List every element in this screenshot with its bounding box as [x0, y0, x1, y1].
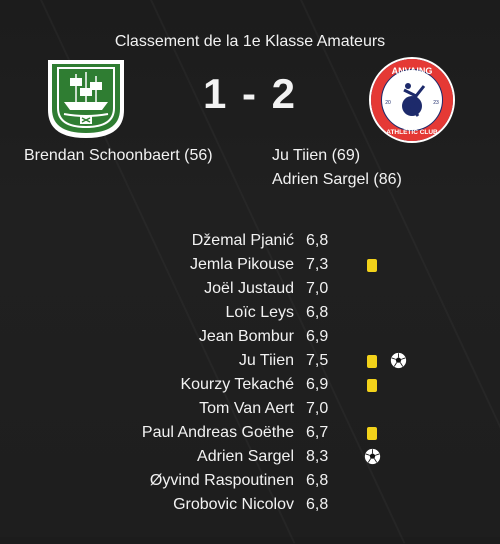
goal-ball-icon [364, 448, 381, 465]
player-rating: 7,0 [306, 280, 329, 297]
away-scorers-list: Ju Tiien (69) Adrien Sargel (86) [272, 144, 402, 192]
player-name: Adrien Sargel [197, 448, 294, 465]
player-row[interactable]: Ju Tiien 7,5 [0, 349, 500, 373]
player-rating: 6,7 [306, 424, 329, 441]
player-rating: 6,8 [306, 496, 329, 513]
player-rating: 8,3 [306, 448, 329, 465]
player-rating: 6,8 [306, 232, 329, 249]
player-row[interactable]: Paul Andreas Goëthe 6,7 [0, 421, 500, 445]
player-row[interactable]: Joël Justaud 7,0 [0, 277, 500, 301]
player-name: Tom Van Aert [199, 400, 294, 417]
anvaing-athletic-club-crest-icon: ANVAING ATHLETIC CLUB 20 23 [369, 57, 455, 143]
player-name: Jemla Pikouse [189, 256, 294, 273]
player-row[interactable]: Loïc Leys 6,8 [0, 301, 500, 325]
player-name: Ju Tiien [238, 352, 294, 369]
goal-ball-icon [390, 352, 407, 369]
match-score: 1 - 2 [202, 70, 298, 117]
player-row[interactable]: Kourzy Tekaché 6,9 [0, 373, 500, 397]
player-rating: 6,9 [306, 376, 329, 393]
player-row[interactable]: Džemal Pjanić 6,8 [0, 229, 500, 253]
player-name: Grobovic Nicolov [173, 496, 294, 513]
player-rating: 7,0 [306, 400, 329, 417]
player-row[interactable]: Jean Bombur 6,9 [0, 325, 500, 349]
player-rating: 7,5 [306, 352, 329, 369]
player-row[interactable]: Jemla Pikouse 7,3 [0, 253, 500, 277]
player-name: Džemal Pjanić [191, 232, 294, 249]
player-rating: 6,8 [306, 472, 329, 489]
yellow-card-icon [367, 427, 377, 440]
home-scorer: Brendan Schoonbaert (56) [24, 147, 213, 164]
player-name: Paul Andreas Goëthe [141, 424, 294, 441]
player-name: Loïc Leys [225, 304, 294, 321]
player-rating: 6,8 [306, 304, 329, 321]
svg-text:ANVAING: ANVAING [392, 66, 433, 76]
player-row[interactable]: Grobovic Nicolov 6,8 [0, 493, 500, 517]
player-row[interactable]: Adrien Sargel 8,3 [0, 445, 500, 469]
player-row[interactable]: Tom Van Aert 7,0 [0, 397, 500, 421]
player-rating: 6,9 [306, 328, 329, 345]
ship-crest-icon [48, 60, 124, 138]
player-name: Øyvind Raspoutinen [149, 472, 294, 489]
yellow-card-icon [367, 259, 377, 272]
player-name: Jean Bombur [198, 328, 294, 345]
yellow-card-icon [367, 355, 377, 368]
player-row[interactable]: Øyvind Raspoutinen 6,8 [0, 469, 500, 493]
yellow-card-icon [367, 379, 377, 392]
away-scorer: Adrien Sargel (86) [272, 171, 402, 188]
svg-text:ATHLETIC CLUB: ATHLETIC CLUB [386, 129, 438, 136]
svg-text:23: 23 [433, 100, 439, 106]
player-name: Joël Justaud [204, 280, 294, 297]
svg-text:20: 20 [385, 100, 391, 106]
player-name: Kourzy Tekaché [180, 376, 294, 393]
player-rating: 7,3 [306, 256, 329, 273]
player-ratings-list: Džemal Pjanić 6,8 Jemla Pikouse 7,3 Joël… [0, 229, 500, 517]
page-title: Classement de la 1e Klasse Amateurs [114, 33, 386, 50]
away-scorer: Ju Tiien (69) [272, 147, 361, 164]
